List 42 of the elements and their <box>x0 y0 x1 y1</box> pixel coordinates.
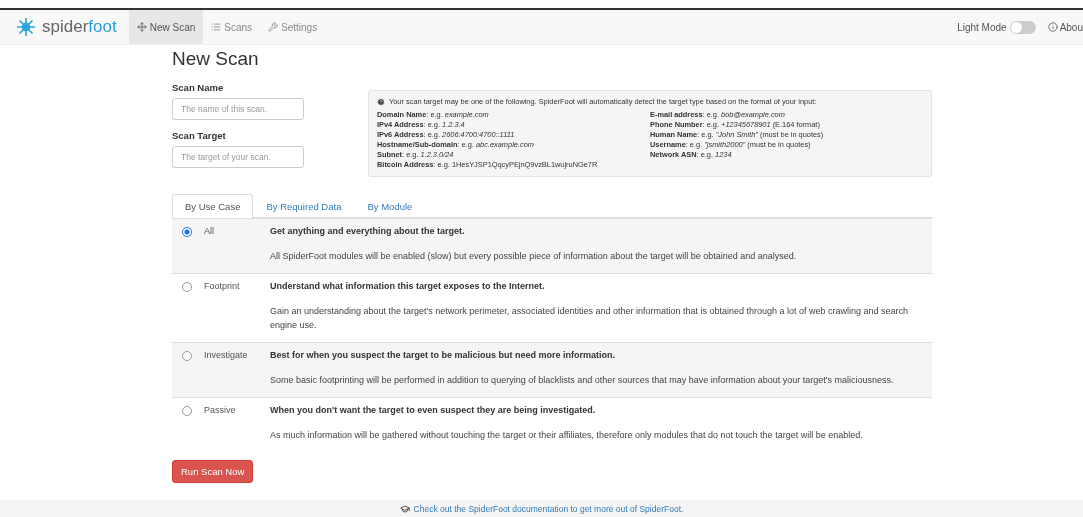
scan-target-label: Scan Target <box>172 130 227 141</box>
use-case-description: Some basic footprinting will be performed in addition to querying of blacklists and other sources that may have information about your target's maliciousness. <box>270 374 895 387</box>
nav-tab[interactable]: Settings <box>260 10 326 44</box>
page-title: New Scan <box>172 48 260 70</box>
use-case-label: All <box>204 226 215 236</box>
use-case-label: Footprint <box>204 281 241 291</box>
tab[interactable]: By Module <box>354 194 426 218</box>
graduation-cap-icon <box>399 503 410 514</box>
tab[interactable]: By Use Case <box>172 194 254 218</box>
use-case-title: When you don't want the target to even suspect they are being investigated. <box>270 405 597 415</box>
help-icon <box>377 98 385 106</box>
about-link[interactable]: Abou <box>1059 21 1083 33</box>
wrench-icon <box>268 22 279 32</box>
info-icon <box>1047 22 1058 32</box>
radio-button[interactable] <box>182 227 192 237</box>
nav-tab[interactable]: Scans <box>203 10 261 44</box>
radio-button[interactable] <box>182 351 192 361</box>
use-case-label: Passive <box>204 405 237 415</box>
list-icon <box>211 22 222 32</box>
light-mode-switch[interactable] <box>1009 20 1036 34</box>
nav-tab[interactable]: New Scan <box>128 10 204 44</box>
scan-target-field[interactable]: The target of your scan. <box>172 146 304 168</box>
use-case-title: Understand what information this target exposes to the Internet. <box>270 281 546 291</box>
use-case-description: As much information will be gathered without touching the target or their affiliates, therefore only modules that do not touch the target will be enabled. <box>270 429 864 442</box>
use-case-title: Get anything and everything about the target. <box>270 226 466 236</box>
scan-name-label: Scan Name <box>172 82 225 93</box>
use-case-row[interactable] <box>172 342 932 397</box>
run-scan-button[interactable]: Run Scan Now <box>172 460 254 483</box>
spider-logo-icon <box>16 17 36 37</box>
radio-button[interactable] <box>182 406 192 416</box>
use-case-row[interactable]: All Get anything and everything about the target. All SpiderFoot modules will be enabled (slow) but every possible piece of information about the target will be obtained and analysed. <box>172 218 932 273</box>
use-case-description: Gain an understanding about the target's network perimeter, associated identities and other information that is obtained through a lot of web crawling and search engine use. <box>270 305 910 332</box>
brand-name[interactable]: spiderfoot <box>42 17 117 37</box>
use-case-label: Investigate <box>204 350 249 360</box>
tab[interactable]: By Required Data <box>253 194 355 218</box>
scan-name-field[interactable]: The name of this scan. <box>172 98 304 120</box>
move-icon <box>136 22 147 32</box>
light-mode-label: Light Mode <box>957 21 1007 33</box>
use-case-description: All SpiderFoot modules will be enabled (slow) but every possible piece of information about the target will be obtained and analysed. <box>270 250 798 263</box>
use-case-title: Best for when you suspect the target to be malicious but need more information. <box>270 350 617 360</box>
radio-button[interactable] <box>182 282 192 292</box>
documentation-link[interactable]: Check out the SpiderFoot documentation to get more out of SpiderFoot. <box>399 503 684 514</box>
